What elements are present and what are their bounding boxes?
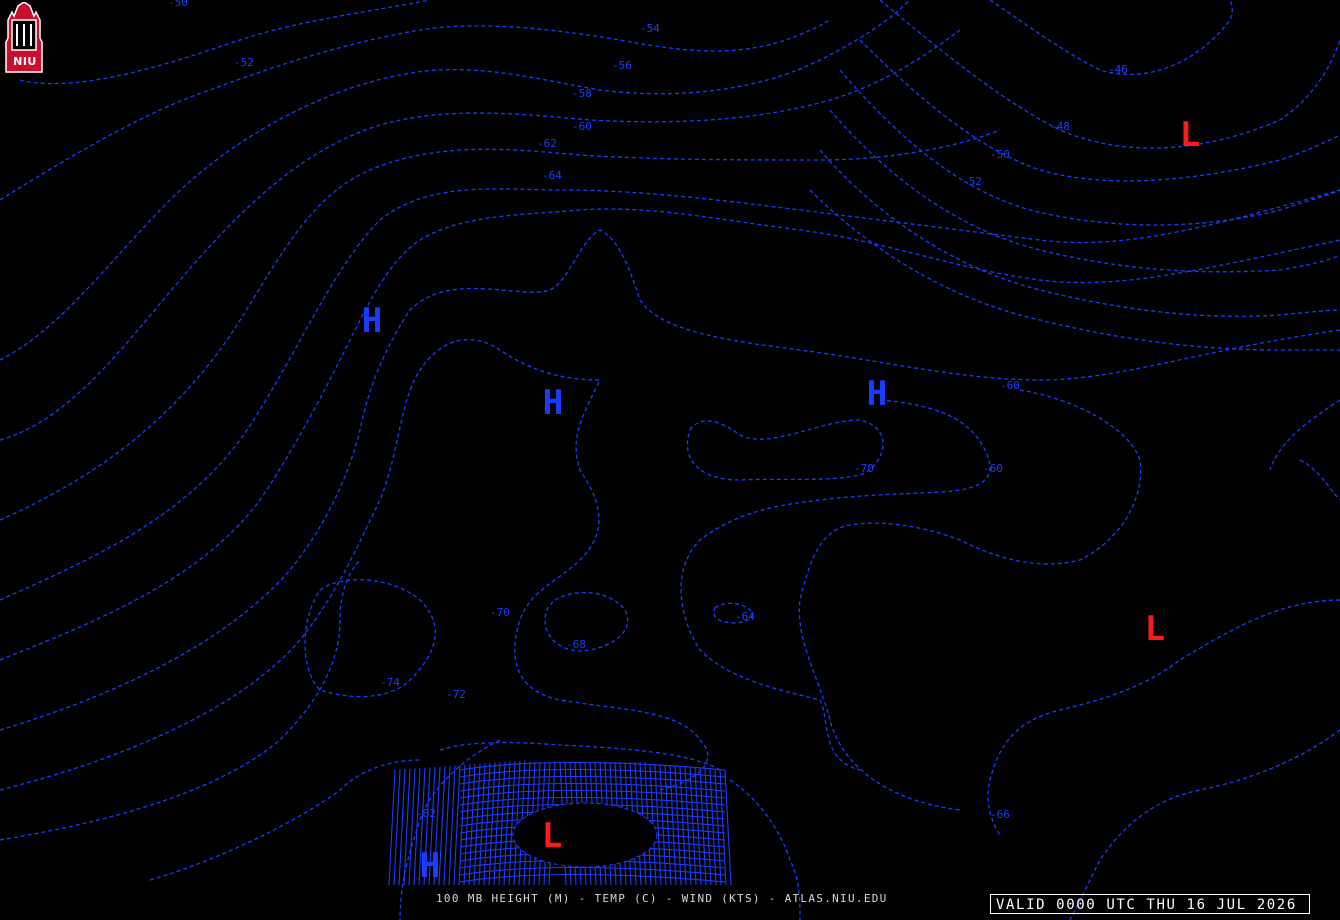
contour-label: -68	[566, 638, 586, 651]
contour-label: -66	[990, 808, 1010, 821]
contour-label: -60	[572, 120, 592, 133]
high-pressure-center: H	[543, 383, 563, 423]
contour-label: -58	[572, 87, 592, 100]
contour-label: -46	[1108, 63, 1128, 76]
contour-label: -64	[542, 169, 562, 182]
high-pressure-center: H	[362, 301, 382, 341]
low-center-contour	[512, 802, 658, 868]
high-pressure-center: H	[867, 374, 887, 414]
map-title: 100 MB HEIGHT (M) - TEMP (C) - WIND (KTS…	[436, 892, 888, 905]
contour-label: -48	[1050, 120, 1070, 133]
weather-map: -50 -52 -54 -56 -58 -60 -62 -64 -46 -48 -50 -52 -60 -…	[0, 0, 1340, 920]
valid-time: VALID 0000 UTC THU 16 JUL 2026	[990, 894, 1310, 914]
contour-label: -50	[168, 0, 188, 9]
contour-label: -64	[735, 610, 755, 623]
contour-label: -72	[446, 688, 466, 701]
contour-label: -60	[1000, 379, 1020, 392]
contour-label: -60	[983, 462, 1003, 475]
low-pressure-center: L	[1180, 115, 1200, 155]
contour-label: -62	[537, 137, 557, 150]
contour-label: -70	[854, 462, 874, 475]
contour-label: -54	[640, 22, 660, 35]
contour-label: -74	[380, 676, 400, 689]
contour-label: -50	[990, 148, 1010, 161]
logo-text: NIU	[13, 55, 37, 68]
contour-label: -56	[612, 59, 632, 72]
contour-label: -70	[490, 606, 510, 619]
contour-label: -52	[962, 175, 982, 188]
low-pressure-center: L	[1145, 609, 1165, 649]
high-pressure-center: H	[420, 846, 440, 886]
contour-label: -82	[416, 807, 436, 820]
contour-label: -52	[234, 56, 254, 69]
low-pressure-center: L	[542, 816, 562, 856]
niu-logo: NIU	[2, 1, 46, 74]
